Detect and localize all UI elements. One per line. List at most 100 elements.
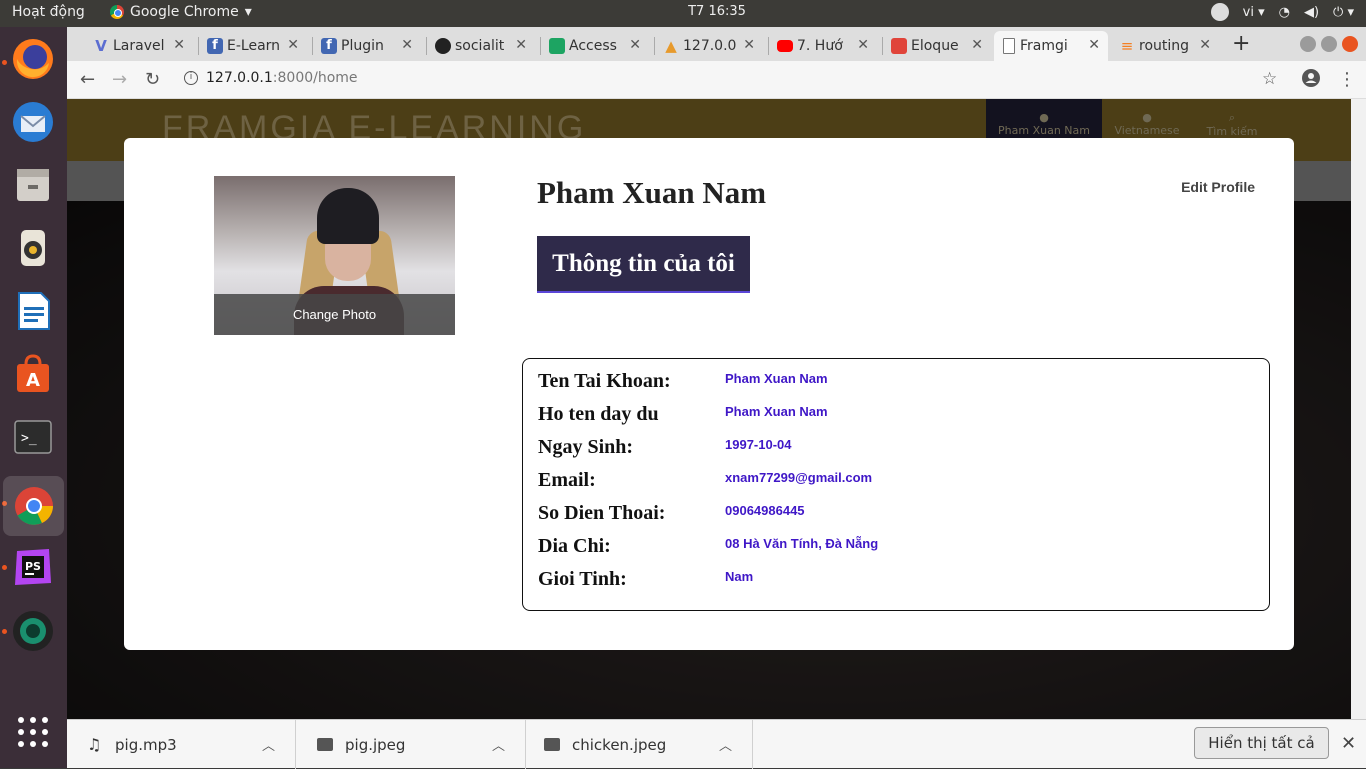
- back-arrow-icon[interactable]: ←: [80, 69, 95, 90]
- launcher-dock: A >_ PS: [0, 27, 67, 768]
- info-row: So Dien Thoai: 09064986445: [538, 502, 1258, 535]
- page-scrollbar[interactable]: [1351, 99, 1366, 719]
- libreoffice-writer-icon[interactable]: [8, 286, 58, 336]
- minimize-button[interactable]: [1300, 36, 1316, 52]
- tab-label: Eloque: [911, 38, 959, 54]
- browser-tab[interactable]: Access ✕: [543, 31, 649, 61]
- browser-tab[interactable]: 7. Hướ ✕: [771, 31, 877, 61]
- warning-favicon-icon: ▲: [665, 37, 677, 55]
- new-tab-button[interactable]: +: [1232, 31, 1250, 56]
- system-tray[interactable]: vi ▾ ◔ ◀) ⏻ ▾: [1210, 3, 1354, 21]
- volume-icon[interactable]: ◀): [1304, 5, 1319, 20]
- browser-tab[interactable]: socialit ✕: [429, 31, 535, 61]
- image-file-icon: [317, 738, 333, 751]
- image-file-icon: [544, 738, 560, 751]
- tab-close-icon[interactable]: ✕: [287, 37, 299, 53]
- close-window-button[interactable]: [1342, 36, 1358, 52]
- tab-close-icon[interactable]: ✕: [1088, 37, 1100, 53]
- browser-tab[interactable]: ▲ 127.0.0 ✕: [657, 31, 763, 61]
- facebook-favicon-icon: f: [321, 38, 337, 54]
- profile-photo[interactable]: Change Photo: [214, 176, 455, 335]
- change-photo-button[interactable]: Change Photo: [214, 294, 455, 335]
- info-label: Gioi Tinh:: [538, 568, 627, 590]
- wifi-icon[interactable]: ◔: [1279, 5, 1290, 20]
- info-icon[interactable]: i: [184, 71, 198, 85]
- info-value: 1997-10-04: [725, 437, 792, 452]
- svg-text:PS: PS: [25, 560, 41, 573]
- url-host: 127.0.0.1: [206, 70, 273, 86]
- address-bar[interactable]: i 127.0.0.1:8000/home: [184, 70, 358, 86]
- power-icon[interactable]: ⏻ ▾: [1333, 5, 1354, 20]
- laravel-favicon-icon: V: [95, 37, 107, 55]
- tab-close-icon[interactable]: ✕: [971, 37, 983, 53]
- info-value: Pham Xuan Nam: [725, 371, 828, 386]
- download-item[interactable]: chicken.jpeg ︿: [524, 720, 753, 769]
- forward-arrow-icon[interactable]: →: [112, 69, 127, 90]
- language-indicator[interactable]: vi ▾: [1243, 5, 1265, 20]
- tab-label: routing: [1139, 38, 1190, 54]
- browser-toolbar: ← → ↻ i 127.0.0.1:8000/home ☆ ⋮: [67, 61, 1366, 99]
- chevron-up-icon[interactable]: ︿: [492, 735, 505, 754]
- browser-tab[interactable]: Eloque ✕: [885, 31, 991, 61]
- activities-button[interactable]: Hoạt động: [12, 4, 85, 20]
- app-menu[interactable]: Google Chrome ▾: [110, 4, 252, 20]
- software-center-icon[interactable]: A: [8, 349, 58, 399]
- browser-tab-active[interactable]: Framgi ✕: [994, 31, 1108, 61]
- download-item[interactable]: ♫ pig.mp3 ︿: [67, 720, 296, 769]
- terminal-icon[interactable]: >_: [8, 412, 58, 462]
- updates-icon[interactable]: [1210, 3, 1229, 21]
- tab-label: Laravel: [113, 38, 165, 54]
- my-info-button[interactable]: Thông tin của tôi: [537, 236, 750, 293]
- chevron-up-icon[interactable]: ︿: [262, 735, 275, 754]
- tab-close-icon[interactable]: ✕: [857, 37, 869, 53]
- info-row: Ho ten day du Pham Xuan Nam: [538, 403, 1258, 436]
- browser-tab[interactable]: V Laravel ✕: [87, 31, 193, 61]
- account-icon[interactable]: [1302, 69, 1320, 92]
- info-label: Ho ten day du: [538, 403, 659, 425]
- tab-label: Access: [569, 38, 617, 54]
- chevron-up-icon[interactable]: ︿: [719, 735, 732, 754]
- close-shelf-icon[interactable]: ✕: [1341, 733, 1356, 754]
- running-indicator: [2, 60, 7, 65]
- tab-close-icon[interactable]: ✕: [629, 37, 641, 53]
- show-all-downloads-button[interactable]: Hiển thị tất cả: [1194, 727, 1329, 759]
- download-item[interactable]: pig.jpeg ︿: [297, 720, 526, 769]
- camera-app-icon[interactable]: [8, 606, 58, 656]
- files-icon[interactable]: [8, 160, 58, 210]
- download-shelf: ♫ pig.mp3 ︿ pig.jpeg ︿ chicken.jpeg ︿ Hi…: [67, 719, 1366, 769]
- tab-close-icon[interactable]: ✕: [401, 37, 413, 53]
- tab-close-icon[interactable]: ✕: [743, 37, 755, 53]
- edit-profile-link[interactable]: Edit Profile: [1181, 179, 1255, 195]
- download-filename: pig.mp3: [115, 735, 177, 754]
- maximize-button[interactable]: [1321, 36, 1337, 52]
- google-sheets-favicon-icon: [549, 38, 565, 54]
- tab-close-icon[interactable]: ✕: [515, 37, 527, 53]
- info-row: Email: xnam77299@gmail.com: [538, 469, 1258, 502]
- tab-close-icon[interactable]: ✕: [1199, 37, 1211, 53]
- youtube-favicon-icon: [777, 40, 793, 52]
- browser-tab[interactable]: f E-Learn ✕: [201, 31, 307, 61]
- svg-text:A: A: [26, 370, 40, 391]
- profile-info-box: Ten Tai Khoan: Pham Xuan Nam Ho ten day …: [522, 358, 1270, 611]
- chevron-down-icon: ▾: [244, 4, 252, 20]
- bookmark-star-icon[interactable]: ☆: [1262, 69, 1277, 89]
- menu-kebab-icon[interactable]: ⋮: [1338, 69, 1356, 90]
- thunderbird-icon[interactable]: [8, 97, 58, 147]
- browser-tab[interactable]: f Plugin ✕: [315, 31, 421, 61]
- chrome-dock-icon[interactable]: [3, 476, 64, 536]
- info-value: 09064986445: [725, 503, 805, 518]
- system-top-bar: Hoạt động Google Chrome ▾ T7 16:35 vi ▾ …: [0, 0, 1366, 27]
- chrome-icon: [110, 5, 124, 19]
- firefox-icon[interactable]: [8, 34, 58, 84]
- info-value: 08 Hà Văn Tính, Đà Nẵng: [725, 536, 879, 551]
- rhythmbox-icon[interactable]: [8, 223, 58, 273]
- url-path: :8000/home: [272, 70, 358, 86]
- stackoverflow-favicon-icon: ≡: [1120, 37, 1134, 55]
- tab-label: 127.0.0: [683, 38, 737, 54]
- tab-close-icon[interactable]: ✕: [173, 37, 185, 53]
- phpstorm-icon[interactable]: PS: [8, 542, 58, 592]
- browser-tab[interactable]: ≡ routing ✕: [1113, 31, 1219, 61]
- reload-icon[interactable]: ↻: [145, 69, 160, 90]
- svg-text:>_: >_: [21, 431, 37, 446]
- show-applications-icon[interactable]: [8, 707, 58, 757]
